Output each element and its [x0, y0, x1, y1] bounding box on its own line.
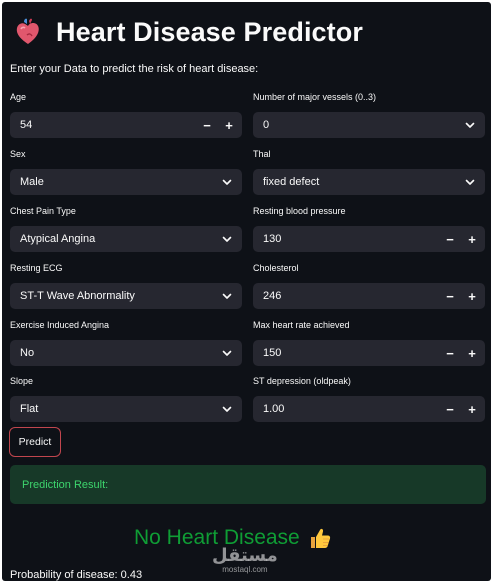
- cholesterol-value[interactable]: 246: [253, 290, 439, 302]
- resting-ecg-label: Resting ECG: [10, 263, 63, 273]
- thal-select[interactable]: fixed defect: [253, 169, 485, 195]
- resting-bp-label: Resting blood pressure: [253, 206, 346, 216]
- sex-value: Male: [20, 176, 44, 188]
- oldpeak-decrement-button[interactable]: −: [439, 396, 461, 422]
- age-label: Age: [10, 92, 27, 102]
- oldpeak-value[interactable]: 1.00: [253, 403, 439, 415]
- oldpeak-label: ST depression (oldpeak): [253, 376, 351, 386]
- sex-select[interactable]: Male: [10, 169, 242, 195]
- resting-bp-decrement-button[interactable]: −: [439, 226, 461, 252]
- sex-field: Sex Male: [10, 148, 242, 195]
- cholesterol-stepper[interactable]: 246 − +: [253, 283, 485, 309]
- chevron-down-icon[interactable]: [464, 119, 476, 131]
- slope-field: Slope Flat: [10, 375, 242, 422]
- max-hr-increment-button[interactable]: +: [461, 340, 483, 366]
- watermark-latin: mostaql.com: [222, 565, 268, 574]
- exercise-angina-field: Exercise Induced Angina No: [10, 319, 242, 366]
- slope-label: Slope: [10, 376, 34, 386]
- max-hr-value[interactable]: 150: [253, 347, 439, 359]
- age-stepper[interactable]: 54 − +: [10, 112, 242, 138]
- resting-bp-increment-button[interactable]: +: [461, 226, 483, 252]
- max-hr-decrement-button[interactable]: −: [439, 340, 461, 366]
- prediction-result-label: Prediction Result:: [22, 479, 109, 491]
- exercise-angina-select[interactable]: No: [10, 340, 242, 366]
- age-value[interactable]: 54: [10, 119, 196, 131]
- vessels-label: Number of major vessels (0..3): [253, 92, 377, 102]
- age-increment-button[interactable]: +: [218, 112, 240, 138]
- resting-ecg-value: ST-T Wave Abnormality: [20, 290, 135, 302]
- page-subtitle: Enter your Data to predict the risk of h…: [10, 63, 259, 75]
- exercise-angina-label: Exercise Induced Angina: [10, 320, 110, 330]
- page-title: Heart Disease Predictor: [56, 16, 363, 47]
- max-hr-stepper[interactable]: 150 − +: [253, 340, 485, 366]
- oldpeak-increment-button[interactable]: +: [461, 396, 483, 422]
- resting-ecg-select[interactable]: ST-T Wave Abnormality: [10, 283, 242, 309]
- chest-pain-label: Chest Pain Type: [10, 206, 76, 216]
- cholesterol-decrement-button[interactable]: −: [439, 283, 461, 309]
- cholesterol-field: Cholesterol 246 − +: [253, 262, 485, 309]
- watermark-arabic: مستقل: [212, 545, 278, 566]
- anatomical-heart-icon: [16, 18, 39, 44]
- oldpeak-field: ST depression (oldpeak) 1.00 − +: [253, 375, 485, 422]
- thumbs-up-icon: [310, 528, 330, 548]
- max-hr-label: Max heart rate achieved: [253, 320, 350, 330]
- chevron-down-icon[interactable]: [221, 233, 233, 245]
- predict-button[interactable]: Predict: [9, 427, 61, 457]
- sex-label: Sex: [10, 149, 26, 159]
- slope-select[interactable]: Flat: [10, 396, 242, 422]
- prediction-result-box: Prediction Result:: [10, 465, 486, 504]
- exercise-angina-value: No: [20, 347, 35, 359]
- vessels-select[interactable]: 0: [253, 112, 485, 138]
- probability-text: Probability of disease: 0.43: [10, 569, 143, 581]
- title-row: Heart Disease Predictor: [13, 12, 363, 52]
- age-decrement-button[interactable]: −: [196, 112, 218, 138]
- vessels-value: 0: [263, 119, 270, 131]
- resting-bp-stepper[interactable]: 130 − +: [253, 226, 485, 252]
- vessels-field: Number of major vessels (0..3) 0: [253, 91, 485, 138]
- resting-bp-field: Resting blood pressure 130 − +: [253, 205, 485, 252]
- watermark: مستقل mostaql.com: [212, 545, 278, 575]
- thal-field: Thal fixed defect: [253, 148, 485, 195]
- chevron-down-icon[interactable]: [221, 403, 233, 415]
- age-field: Age 54 − +: [10, 91, 242, 138]
- chevron-down-icon[interactable]: [221, 290, 233, 302]
- cholesterol-increment-button[interactable]: +: [461, 283, 483, 309]
- chevron-down-icon[interactable]: [221, 347, 233, 359]
- chest-pain-select[interactable]: Atypical Angina: [10, 226, 242, 252]
- cholesterol-label: Cholesterol: [253, 263, 299, 273]
- thal-label: Thal: [253, 149, 271, 159]
- chevron-down-icon[interactable]: [221, 176, 233, 188]
- chest-pain-field: Chest Pain Type Atypical Angina: [10, 205, 242, 252]
- oldpeak-stepper[interactable]: 1.00 − +: [253, 396, 485, 422]
- max-hr-field: Max heart rate achieved 150 − +: [253, 319, 485, 366]
- chest-pain-value: Atypical Angina: [20, 233, 96, 245]
- chevron-down-icon[interactable]: [464, 176, 476, 188]
- slope-value: Flat: [20, 403, 39, 415]
- resting-bp-value[interactable]: 130: [253, 233, 439, 245]
- resting-ecg-field: Resting ECG ST-T Wave Abnormality: [10, 262, 242, 309]
- app-container: Heart Disease Predictor Enter your Data …: [2, 2, 491, 581]
- thal-value: fixed defect: [263, 176, 320, 188]
